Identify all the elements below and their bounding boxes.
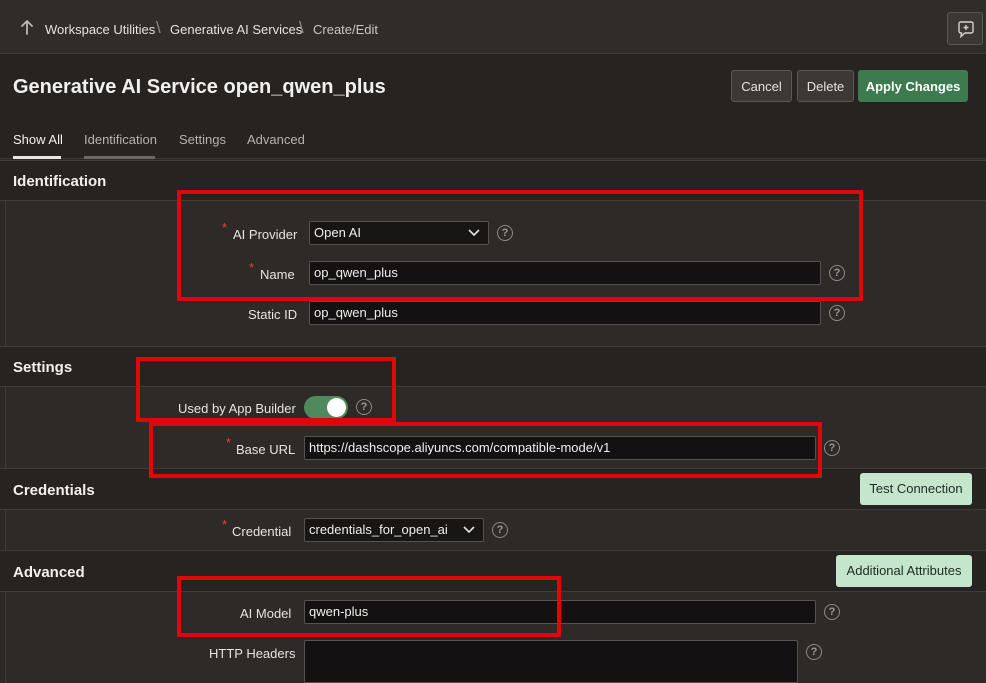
- chevron-down-icon: [463, 526, 475, 534]
- help-icon[interactable]: ?: [824, 604, 840, 620]
- required-marker: *: [249, 260, 255, 275]
- section-header-identification: Identification: [0, 160, 986, 201]
- test-connection-button[interactable]: Test Connection: [860, 473, 972, 505]
- name-label: Name: [260, 267, 295, 282]
- breadcrumb-separator: \: [156, 18, 161, 37]
- credential-value: credentials_for_open_ai: [309, 522, 448, 537]
- tab-active-indicator: [13, 156, 61, 159]
- ai-model-label: AI Model: [240, 606, 292, 621]
- breadcrumb-separator: \: [299, 18, 304, 37]
- http-headers-textarea[interactable]: [304, 640, 798, 683]
- tab-show-all[interactable]: Show All: [13, 132, 63, 147]
- cancel-button[interactable]: Cancel: [731, 70, 792, 102]
- ai-provider-label: AI Provider: [233, 227, 298, 242]
- used-by-app-builder-toggle[interactable]: [304, 396, 348, 419]
- help-icon[interactable]: ?: [806, 644, 822, 660]
- region-tabs: Show All Identification Settings Advance…: [0, 120, 986, 159]
- breadcrumb-item-current: Create/Edit: [313, 22, 379, 37]
- section-title: Settings: [13, 359, 73, 376]
- chat-help-button[interactable]: [947, 12, 983, 45]
- breadcrumb: Workspace Utilities \ Generative AI Serv…: [0, 0, 986, 54]
- page-title: Generative AI Service open_qwen_plus: [13, 76, 386, 98]
- delete-button[interactable]: Delete: [797, 70, 854, 102]
- section-title: Advanced: [13, 564, 85, 581]
- credential-select[interactable]: credentials_for_open_ai: [304, 518, 484, 542]
- ai-model-input[interactable]: qwen-plus: [304, 600, 816, 624]
- breadcrumb-item-generative-ai-services[interactable]: Generative AI Services: [170, 22, 302, 37]
- section-title: Identification: [13, 173, 107, 190]
- chevron-down-icon: [468, 229, 480, 237]
- additional-attributes-button[interactable]: Additional Attributes: [836, 555, 972, 587]
- toggle-knob: [327, 398, 346, 417]
- required-marker: *: [222, 220, 228, 235]
- tab-settings[interactable]: Settings: [179, 132, 226, 147]
- credential-label: Credential: [232, 524, 292, 539]
- required-marker: *: [226, 435, 232, 450]
- used-by-app-builder-label: Used by App Builder: [178, 401, 296, 416]
- apply-changes-button[interactable]: Apply Changes: [858, 70, 968, 102]
- section-header-settings: Settings: [0, 346, 986, 387]
- section-header-credentials: Credentials: [0, 468, 986, 510]
- tab-advanced[interactable]: Advanced: [247, 132, 305, 147]
- help-icon[interactable]: ?: [829, 305, 845, 321]
- help-icon[interactable]: ?: [492, 522, 508, 538]
- help-icon[interactable]: ?: [824, 440, 840, 456]
- help-icon[interactable]: ?: [829, 265, 845, 281]
- chat-help-icon: [958, 21, 974, 38]
- base-url-input[interactable]: https://dashscope.aliyuncs.com/compatibl…: [304, 436, 816, 460]
- http-headers-label: HTTP Headers: [209, 646, 296, 661]
- tab-hover-indicator: [84, 156, 155, 159]
- required-marker: *: [222, 517, 228, 532]
- help-icon[interactable]: ?: [356, 399, 372, 415]
- section-title: Credentials: [13, 482, 95, 499]
- static-id-input[interactable]: op_qwen_plus: [309, 301, 821, 325]
- tab-identification[interactable]: Identification: [84, 132, 157, 147]
- static-id-label: Static ID: [248, 307, 298, 322]
- arrow-up-icon[interactable]: [20, 20, 34, 36]
- breadcrumb-item-workspace-utilities[interactable]: Workspace Utilities: [45, 22, 155, 37]
- ai-provider-value: Open AI: [314, 225, 361, 240]
- help-icon[interactable]: ?: [497, 225, 513, 241]
- name-input[interactable]: op_qwen_plus: [309, 261, 821, 285]
- base-url-label: Base URL: [236, 442, 296, 457]
- ai-provider-select[interactable]: Open AI: [309, 221, 489, 245]
